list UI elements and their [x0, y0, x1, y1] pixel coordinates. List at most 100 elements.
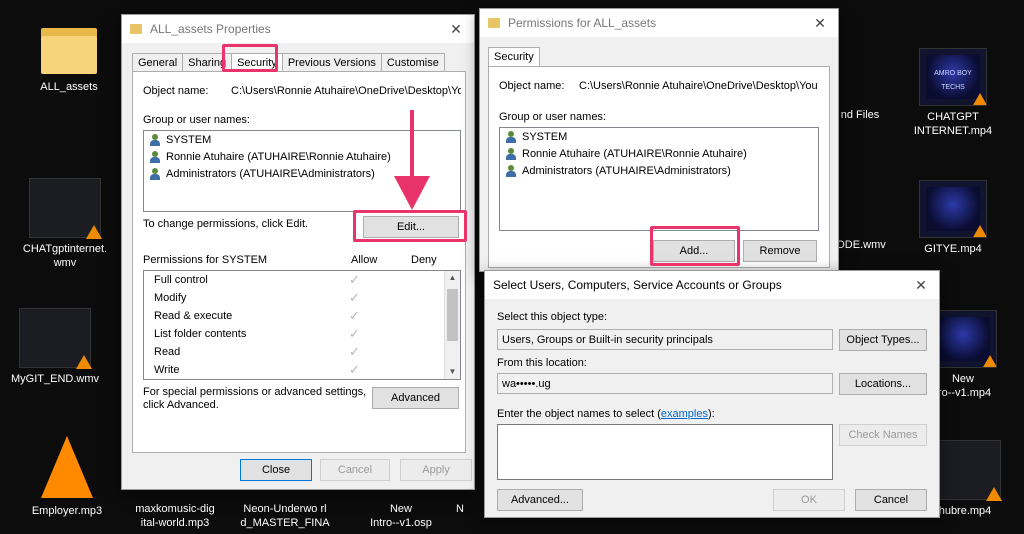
group-icon	[148, 167, 162, 180]
desktop-item-label: CHATgptinternet. wmv	[22, 243, 108, 269]
advanced-button[interactable]: Advanced	[372, 387, 459, 409]
deny-header: Deny	[411, 254, 437, 266]
object-names-input[interactable]	[497, 424, 833, 480]
desktop-item-n[interactable]: N	[440, 502, 480, 516]
change-permissions-text: To change permissions, click Edit.	[143, 218, 309, 230]
location-field: wa•••••.ug	[497, 373, 833, 394]
vlc-icon	[982, 355, 996, 367]
permission-row: Read ✓	[154, 344, 360, 359]
video-thumbnail	[19, 308, 92, 369]
permission-row: Full control ✓	[154, 272, 360, 287]
advanced-button[interactable]: Advanced...	[497, 489, 583, 511]
desktop-item-chatgpt-mp4[interactable]: AMRO BOY TECHS CHATGPT INTERNET.mp4	[908, 48, 998, 138]
scroll-thumb	[447, 289, 458, 341]
cancel-button[interactable]: Cancel	[320, 459, 390, 481]
desktop-item-label: ALL_assets	[40, 81, 98, 93]
desktop-item-employer-mp3[interactable]: Employer.mp3	[22, 436, 112, 518]
check-names-button[interactable]: Check Names	[839, 424, 927, 446]
select-users-titlebar: Select Users, Computers, Service Account…	[485, 271, 939, 299]
tab-previous-versions[interactable]: Previous Versions	[281, 53, 382, 72]
apply-button[interactable]: Apply	[400, 459, 472, 481]
properties-dialog: ALL_assets Properties ✕ General Sharing …	[121, 14, 475, 490]
object-types-button[interactable]: Object Types...	[839, 329, 927, 351]
desktop-item-gitye[interactable]: GITYE.mp4	[908, 180, 998, 256]
check-icon: ✓	[349, 362, 360, 377]
dialog-title: Permissions for ALL_assets	[508, 16, 657, 30]
folder-icon	[130, 24, 142, 34]
select-users-dialog: Select Users, Computers, Service Account…	[484, 270, 940, 518]
list-item[interactable]: Administrators (ATUHAIRE\Administrators)	[500, 162, 818, 179]
vlc-icon	[972, 93, 986, 105]
desktop-item-chatgpt-wmv[interactable]: CHATgptinternet. wmv	[20, 178, 110, 270]
group-icon	[504, 164, 518, 177]
dialog-title: Select Users, Computers, Service Account…	[493, 278, 782, 292]
desktop-item-new-intro-osp[interactable]: New Intro--v1.osp	[356, 502, 446, 530]
desktop-item-maxkomusic[interactable]: maxkomusic-dig ital-world.mp3	[130, 502, 220, 530]
scroll-down-icon: ▼	[448, 367, 457, 376]
remove-button[interactable]: Remove	[743, 240, 817, 262]
permissions-tabs: Security	[488, 47, 540, 66]
user-icon	[148, 150, 162, 163]
desktop-item-label: N	[456, 503, 464, 515]
video-thumbnail: AMRO BOY TECHS	[919, 48, 987, 106]
group-label: Group or user names:	[499, 111, 606, 123]
desktop-item-mygit-end[interactable]: MyGIT_END.wmv	[10, 308, 100, 386]
video-thumbnail	[919, 180, 987, 238]
tab-customise[interactable]: Customise	[380, 53, 445, 72]
permissions-table: Full control ✓ Modify ✓ Read & execute ✓ Li…	[143, 270, 461, 380]
edit-button-highlight	[353, 210, 467, 242]
desktop-item-nd-files[interactable]: nd Files	[830, 108, 890, 122]
examples-link[interactable]: examples	[661, 408, 708, 420]
permission-row: List folder contents ✓	[154, 326, 360, 341]
special-permissions-text: For special permissions or advanced sett…	[143, 386, 367, 398]
properties-tabs: General Sharing Security Previous Versio…	[132, 53, 445, 72]
special-permissions-text-2: click Advanced.	[143, 399, 219, 411]
desktop-item-label: CHATGPT INTERNET.mp4	[913, 111, 993, 137]
vlc-icon	[76, 355, 92, 369]
location-label: From this location:	[497, 357, 587, 369]
close-button[interactable]: Close	[240, 459, 312, 481]
check-icon: ✓	[349, 272, 360, 287]
enter-names-label: Enter the object names to select (exampl…	[497, 408, 715, 420]
permissions-scrollbar[interactable]: ▲ ▼	[444, 271, 460, 379]
object-name-value: C:\Users\Ronnie Atuhaire\OneDrive\Deskto…	[579, 80, 818, 92]
close-icon[interactable]: ✕	[446, 21, 466, 38]
desktop-item-neon-underworld[interactable]: Neon-Underwo rl d_MASTER_FINA	[240, 502, 330, 530]
security-tab-highlight	[222, 44, 278, 72]
desktop-item-label: Neon-Underwo rl d_MASTER_FINA	[240, 503, 330, 529]
object-name-value: C:\Users\Ronnie Atuhaire\OneDrive\Deskto…	[231, 85, 461, 97]
vlc-icon	[41, 436, 93, 498]
vlc-icon	[986, 487, 1002, 501]
locations-button[interactable]: Locations...	[839, 373, 927, 395]
folder-icon	[488, 18, 500, 28]
object-name-label: Object name:	[499, 80, 565, 92]
group-label: Group or user names:	[143, 114, 250, 126]
desktop-item-label: nd Files	[840, 109, 880, 121]
permission-row: Modify ✓	[154, 290, 360, 305]
tab-security[interactable]: Security	[488, 47, 540, 66]
object-name-label: Object name:	[143, 85, 209, 97]
group-icon	[504, 130, 518, 143]
desktop-item-all-assets[interactable]: ALL_assets	[24, 20, 114, 94]
add-button-highlight	[650, 226, 740, 266]
desktop-item-label: GITYE.mp4	[924, 243, 982, 255]
list-item[interactable]: Ronnie Atuhaire (ATUHAIRE\Ronnie Atuhair…	[500, 145, 818, 162]
permission-row: Write ✓	[154, 362, 360, 377]
user-icon	[504, 147, 518, 160]
permissions-label: Permissions for SYSTEM	[143, 254, 268, 266]
ok-button[interactable]: OK	[773, 489, 845, 511]
users-list[interactable]: SYSTEM Ronnie Atuhaire (ATUHAIRE\Ronnie …	[499, 127, 819, 231]
properties-titlebar: ALL_assets Properties ✕	[122, 15, 474, 43]
desktop-item-label: maxkomusic-dig ital-world.mp3	[135, 503, 215, 529]
dialog-title: ALL_assets Properties	[150, 22, 271, 36]
cancel-button[interactable]: Cancel	[855, 489, 927, 511]
vlc-icon	[972, 225, 986, 237]
list-item[interactable]: SYSTEM	[500, 128, 818, 145]
check-icon: ✓	[349, 308, 360, 323]
desktop-item-label: Employer.mp3	[31, 505, 103, 517]
close-icon[interactable]: ✕	[810, 15, 830, 32]
desktop-item-label: MyGIT_END.wmv	[11, 373, 99, 385]
close-icon[interactable]: ✕	[911, 277, 931, 294]
vlc-icon	[86, 225, 102, 239]
tab-general[interactable]: General	[132, 53, 184, 72]
